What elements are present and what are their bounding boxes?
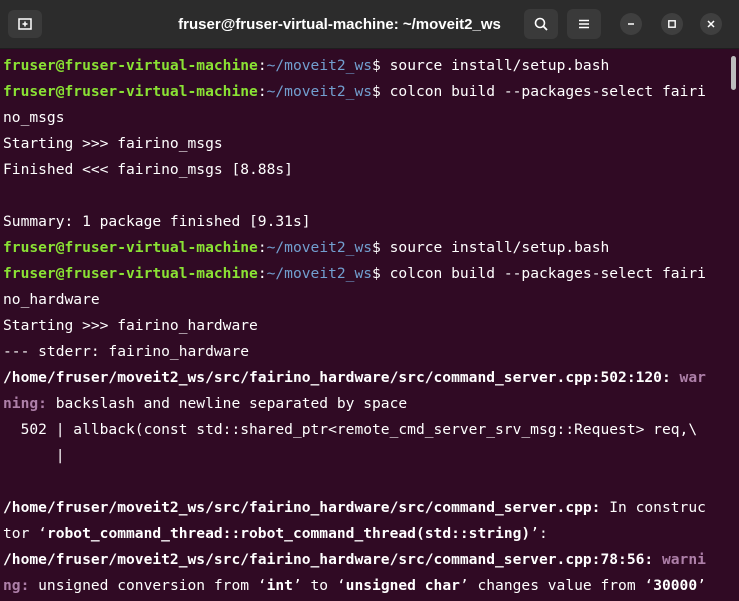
title-bar: fruser@fruser-virtual-machine: ~/moveit2… [0, 0, 739, 49]
terminal-line: ning: backslash and newline separated by… [3, 395, 408, 412]
close-button[interactable] [700, 13, 722, 35]
search-icon [534, 17, 548, 31]
terminal-output[interactable]: fruser@fruser-virtual-machine:~/moveit2_… [0, 49, 726, 601]
terminal-line: --- stderr: fairino_hardware [3, 343, 250, 360]
terminal-line: Starting >>> fairino_hardware [3, 317, 258, 334]
minimize-button[interactable] [620, 13, 642, 35]
terminal-window: fruser@fruser-virtual-machine: ~/moveit2… [0, 0, 739, 601]
window-title: fruser@fruser-virtual-machine: ~/moveit2… [178, 15, 501, 33]
menu-button[interactable] [567, 9, 601, 39]
terminal-line: fruser@fruser-virtual-machine:~/moveit2_… [3, 57, 610, 74]
terminal-line: Starting >>> fairino_msgs [3, 135, 223, 152]
scrollbar-thumb[interactable] [731, 56, 736, 90]
terminal-line: fruser@fruser-virtual-machine:~/moveit2_… [3, 239, 610, 256]
new-tab-icon [18, 18, 32, 30]
minimize-icon [628, 23, 634, 25]
terminal-line: fruser@fruser-virtual-machine:~/moveit2_… [3, 83, 706, 100]
terminal-line: Summary: 1 package finished [9.31s] [3, 213, 311, 230]
new-tab-button[interactable] [8, 10, 42, 38]
search-button[interactable] [524, 9, 558, 39]
terminal-line: | [3, 447, 65, 464]
terminal-line: /home/fruser/moveit2_ws/src/fairino_hard… [3, 369, 706, 386]
terminal-line: ng: unsigned conversion from ‘int’ to ‘u… [3, 577, 706, 594]
terminal-line: fruser@fruser-virtual-machine:~/moveit2_… [3, 265, 706, 282]
hamburger-menu-icon [579, 19, 589, 29]
maximize-icon [668, 20, 676, 28]
terminal-line: tor ‘robot_command_thread::robot_command… [3, 525, 548, 542]
terminal-line: Finished <<< fairino_msgs [8.88s] [3, 161, 293, 178]
terminal-line: /home/fruser/moveit2_ws/src/fairino_hard… [3, 551, 706, 568]
terminal-scrollbar[interactable] [730, 50, 737, 600]
terminal-line: no_hardware [3, 291, 100, 308]
close-icon [707, 20, 715, 28]
terminal-line: no_msgs [3, 109, 65, 126]
maximize-button[interactable] [661, 13, 683, 35]
terminal-line: /home/fruser/moveit2_ws/src/fairino_hard… [3, 499, 706, 516]
terminal-line: 502 | allback(const std::shared_ptr<remo… [3, 421, 698, 438]
